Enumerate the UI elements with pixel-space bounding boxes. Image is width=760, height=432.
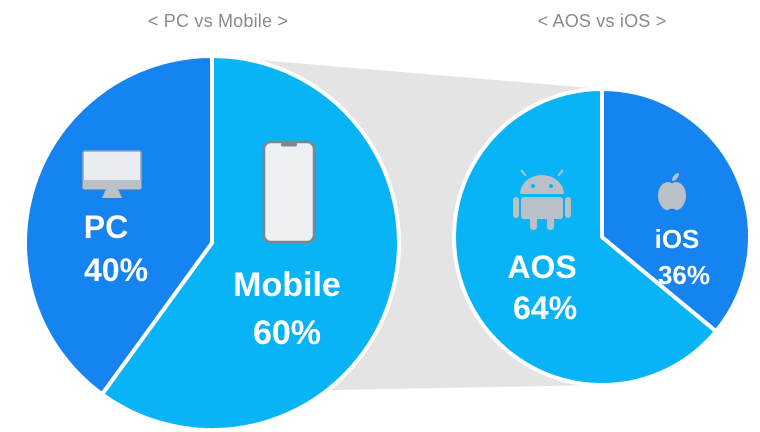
slice-label-ios: iOS bbox=[655, 224, 700, 254]
pc-vs-mobile-pie bbox=[23, 54, 401, 432]
slice-value-mobile: 60% bbox=[253, 314, 321, 352]
slice-label-pc: PC bbox=[84, 209, 128, 245]
chart-title-pc-vs-mobile: < PC vs Mobile > bbox=[148, 11, 288, 31]
slice-value-ios: 36% bbox=[658, 260, 710, 290]
slice-value-aos: 64% bbox=[513, 290, 577, 326]
aos-vs-ios-pie bbox=[452, 87, 752, 387]
smartphone-icon bbox=[262, 140, 316, 244]
slice-label-mobile: Mobile bbox=[233, 266, 341, 304]
slice-label-aos: AOS bbox=[507, 249, 576, 285]
chart-title-aos-vs-ios: < AOS vs iOS > bbox=[538, 11, 667, 31]
pie-charts-figure: < PC vs Mobile > < AOS vs iOS > PC 40% M… bbox=[23, 11, 752, 432]
slice-value-pc: 40% bbox=[84, 252, 148, 288]
